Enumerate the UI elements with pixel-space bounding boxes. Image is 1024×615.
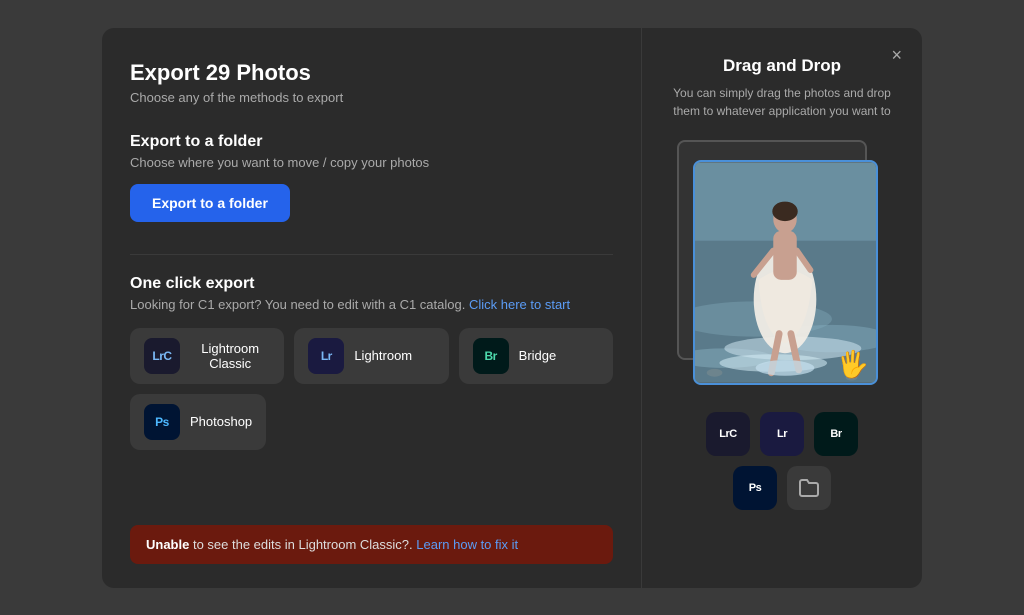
modal-subtitle: Choose any of the methods to export xyxy=(130,90,613,105)
lrc-icon: LrC xyxy=(144,338,180,374)
export-folder-title: Export to a folder xyxy=(130,133,613,151)
export-folder-button[interactable]: Export to a folder xyxy=(130,184,290,222)
small-lr-icon: Lr xyxy=(760,412,804,456)
drag-cursor: 🖐 xyxy=(837,349,869,380)
lrc-label: Lightroom Classic xyxy=(190,341,270,371)
br-label: Bridge xyxy=(519,348,557,363)
section-divider xyxy=(130,254,613,255)
close-button[interactable]: × xyxy=(887,42,906,68)
modal-title: Export 29 Photos xyxy=(130,60,613,86)
small-folder-icon xyxy=(787,466,831,510)
ps-icon: Ps xyxy=(144,404,180,440)
lr-icon: Lr xyxy=(308,338,344,374)
right-panel: Drag and Drop You can simply drag the ph… xyxy=(642,28,922,588)
drag-title: Drag and Drop xyxy=(723,56,841,76)
export-folder-desc: Choose where you want to move / copy you… xyxy=(130,155,613,170)
export-modal: × Export 29 Photos Choose any of the met… xyxy=(102,28,922,588)
app-grid: LrC Lightroom Classic Lr Lightroom Br Br… xyxy=(130,328,613,384)
app-button-ps[interactable]: Ps Photoshop xyxy=(130,394,266,450)
drag-desc: You can simply drag the photos and drop … xyxy=(666,84,898,120)
lr-label: Lightroom xyxy=(354,348,412,363)
app-button-lrc[interactable]: LrC Lightroom Classic xyxy=(130,328,284,384)
warning-bar: Unable to see the edits in Lightroom Cla… xyxy=(130,525,613,564)
ps-label: Photoshop xyxy=(190,414,252,429)
app-button-br[interactable]: Br Bridge xyxy=(459,328,613,384)
small-app-icons-row1: LrC Lr Br xyxy=(706,412,858,456)
export-folder-section: Export to a folder Choose where you want… xyxy=(130,133,613,222)
left-panel: Export 29 Photos Choose any of the metho… xyxy=(102,28,642,588)
warning-bold: Unable xyxy=(146,537,189,552)
one-click-desc-text: Looking for C1 export? You need to edit … xyxy=(130,297,465,312)
one-click-desc: Looking for C1 export? You need to edit … xyxy=(130,297,613,312)
photo-drag-area[interactable]: 🖐 xyxy=(677,140,887,390)
app-button-lr[interactable]: Lr Lightroom xyxy=(294,328,448,384)
c1-catalog-link[interactable]: Click here to start xyxy=(469,297,570,312)
app-grid-row2: Ps Photoshop xyxy=(130,394,613,450)
small-app-icons-row2: Ps xyxy=(733,466,831,510)
small-ps-icon: Ps xyxy=(733,466,777,510)
br-icon: Br xyxy=(473,338,509,374)
small-br-icon: Br xyxy=(814,412,858,456)
warning-text: to see the edits in Lightroom Classic?. xyxy=(189,537,412,552)
fix-link[interactable]: Learn how to fix it xyxy=(416,537,518,552)
one-click-section: One click export Looking for C1 export? … xyxy=(130,275,613,450)
one-click-title: One click export xyxy=(130,275,613,293)
small-lrc-icon: LrC xyxy=(706,412,750,456)
